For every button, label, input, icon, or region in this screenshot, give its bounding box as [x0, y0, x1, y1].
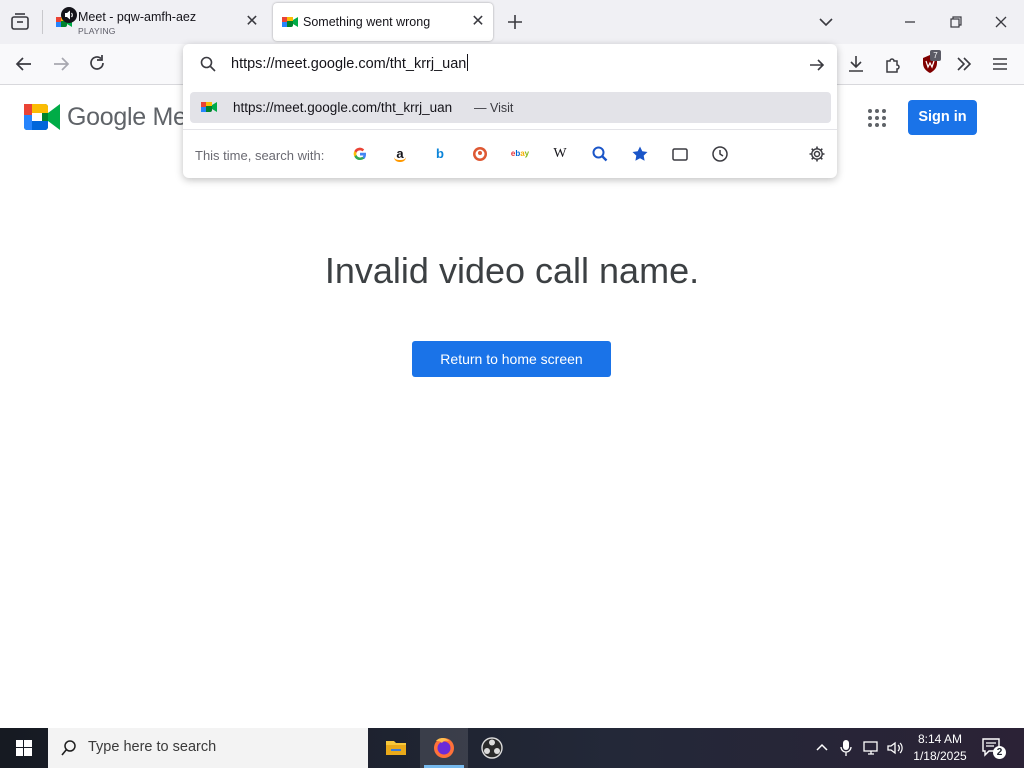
puzzle-icon	[886, 58, 900, 73]
clock-date[interactable]: 1/18/2025	[910, 749, 970, 763]
bing-icon[interactable]: b	[430, 144, 450, 164]
bookmarks-icon[interactable]	[630, 144, 650, 164]
arrow-right-icon	[810, 59, 825, 71]
microphone-button[interactable]	[838, 738, 854, 758]
speaker-icon	[887, 741, 903, 755]
wikipedia-icon[interactable]: W	[550, 144, 570, 164]
clock-time[interactable]: 8:14 AM	[910, 732, 970, 746]
minimize-button[interactable]	[899, 11, 921, 33]
plus-icon	[508, 15, 522, 29]
tabs-icon[interactable]	[670, 144, 690, 164]
return-home-button[interactable]: Return to home screen	[412, 341, 611, 377]
list-all-tabs-button[interactable]	[816, 12, 836, 32]
meet-logo[interactable]	[24, 102, 60, 132]
close-window-button[interactable]	[990, 11, 1012, 33]
tab-title: Something went wrong	[303, 15, 431, 29]
menu-button[interactable]	[987, 51, 1013, 77]
speaker-icon[interactable]	[61, 7, 77, 23]
tab-meet[interactable]: Meet - pqw-amfh-aez PLAYING ✕	[47, 3, 269, 41]
meet-icon	[201, 100, 217, 114]
tab-something-went-wrong[interactable]: Something went wrong ✕	[273, 3, 493, 41]
taskbar-search-box[interactable]: Type here to search	[48, 728, 368, 768]
firefox-button[interactable]	[420, 728, 468, 768]
windows-icon	[16, 740, 32, 756]
search-icon	[60, 739, 78, 757]
forward-button[interactable]	[48, 51, 74, 77]
suggestion-row[interactable]: https://meet.google.com/tht_krrj_uan — V…	[190, 92, 831, 123]
tab-title: Meet - pqw-amfh-aez	[78, 10, 197, 24]
tab-list-icon	[11, 13, 29, 30]
more-tools-button[interactable]	[951, 51, 977, 77]
ublock-extension-button[interactable]: 7	[917, 50, 943, 77]
page-headline: Invalid video call name.	[324, 250, 700, 291]
close-icon[interactable]: ✕	[468, 12, 488, 32]
search-icon	[199, 55, 217, 73]
suggestion-action: — Visit	[474, 101, 514, 115]
restore-icon	[950, 16, 962, 28]
show-hidden-icons-button[interactable]	[814, 740, 830, 756]
divider	[183, 129, 837, 130]
downloads-button[interactable]	[843, 51, 869, 77]
restore-button[interactable]	[945, 11, 967, 33]
tab-list-button[interactable]	[8, 11, 32, 33]
url-dropdown-panel: https://meet.google.com/tht_krrj_uan htt…	[183, 44, 837, 178]
close-icon	[995, 16, 1007, 28]
network-button[interactable]	[861, 738, 881, 758]
extensions-button[interactable]	[880, 51, 906, 77]
tab-strip: Meet - pqw-amfh-aez PLAYING ✕ Something …	[0, 0, 1024, 44]
microphone-icon	[840, 740, 852, 756]
notifications-button[interactable]: 2	[980, 736, 1006, 760]
notification-count-badge: 2	[993, 746, 1006, 759]
sign-in-button[interactable]: Sign in	[908, 100, 977, 135]
meet-icon	[282, 15, 298, 29]
folder-icon	[386, 741, 406, 755]
divider	[42, 10, 43, 34]
firefox-icon	[434, 738, 454, 758]
arrow-right-icon	[54, 57, 70, 71]
gear-icon[interactable]	[807, 144, 827, 164]
taskbar: Type here to search 8:14 AM 1/18/2025 2	[0, 728, 1024, 768]
suggestion-url: https://meet.google.com/tht_krrj_uan	[233, 100, 453, 115]
tab-status: PLAYING	[78, 26, 116, 36]
double-chevron-right-icon	[957, 57, 972, 71]
reload-button[interactable]	[84, 51, 110, 77]
google-icon[interactable]	[350, 144, 370, 164]
history-icon[interactable]	[710, 144, 730, 164]
volume-button[interactable]	[885, 738, 905, 758]
duckduckgo-icon[interactable]	[470, 144, 490, 164]
address-bar-value: https://meet.google.com/tht_krrj_uan	[231, 56, 467, 72]
new-tab-button[interactable]	[505, 12, 525, 32]
minimize-icon	[905, 21, 915, 23]
ebay-icon[interactable]: ebay	[510, 144, 530, 164]
obs-button[interactable]	[468, 728, 516, 768]
grid-icon	[868, 109, 886, 127]
chevron-up-icon	[816, 743, 828, 751]
meet-logo-icon	[24, 104, 60, 130]
obs-icon	[481, 737, 503, 759]
close-icon[interactable]: ✕	[242, 12, 262, 32]
back-button[interactable]	[11, 51, 37, 77]
apps-button[interactable]	[866, 107, 888, 129]
arrow-left-icon	[15, 57, 31, 71]
reload-icon	[90, 55, 104, 70]
chevron-down-icon	[819, 18, 833, 27]
extension-badge: 7	[930, 50, 941, 61]
start-button[interactable]	[0, 728, 48, 768]
download-icon	[849, 56, 863, 72]
address-bar-input[interactable]: https://meet.google.com/tht_krrj_uan	[231, 54, 469, 72]
search-icon[interactable]	[590, 144, 610, 164]
go-button[interactable]	[807, 55, 827, 75]
taskbar-search-placeholder: Type here to search	[88, 739, 217, 755]
hamburger-icon	[993, 58, 1007, 70]
file-explorer-button[interactable]	[372, 728, 420, 768]
network-icon	[863, 741, 878, 755]
search-with-label: This time, search with:	[195, 148, 325, 163]
amazon-icon[interactable]: a	[390, 144, 410, 164]
text-caret	[467, 54, 469, 71]
